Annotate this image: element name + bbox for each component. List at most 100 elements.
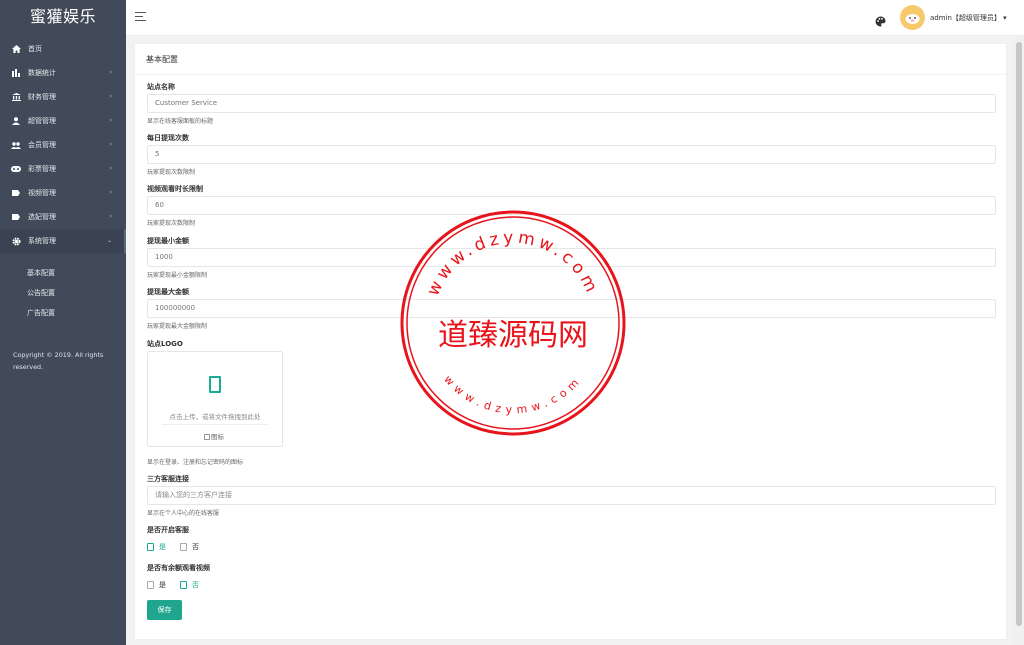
- checkbox-icon: [180, 581, 187, 589]
- sidebar-item-stats[interactable]: 数据统计 ›: [0, 61, 126, 85]
- field-label-daily-withdraw: 每日提现次数: [147, 134, 189, 142]
- sidebar-item-label: 超管管理: [28, 117, 56, 125]
- sidebar-item-admins[interactable]: 超管管理 ›: [0, 109, 126, 133]
- chevron-right-icon: ›: [109, 141, 112, 148]
- tag-icon: [11, 212, 21, 222]
- checkbox-icon: [147, 543, 154, 551]
- copyright: Copyright © 2019. All rights reserved.: [13, 349, 113, 373]
- stamp-bottom-path: www.dzymw.com: [441, 373, 580, 417]
- field-hint: 玩家提现次数限制: [147, 220, 196, 227]
- field-label-extra-video: 是否有余额观看视频: [147, 564, 210, 572]
- chevron-right-icon: ›: [109, 117, 112, 124]
- chevron-right-icon: ›: [109, 213, 112, 220]
- stamp-center-text: 道臻源码网: [438, 318, 588, 353]
- sidebar-item-videos[interactable]: 视频管理 ›: [0, 181, 126, 205]
- field-label-min-withdraw: 提现最小金额: [147, 237, 189, 245]
- sidebar-item-label: 系统管理: [28, 237, 56, 245]
- menu-toggle-button[interactable]: [135, 12, 146, 22]
- caret-down-icon: ▾: [1003, 14, 1007, 22]
- sidebar-item-label: 数据统计: [28, 69, 56, 77]
- top-header: admin【超级管理员】 ▾: [126, 0, 1024, 36]
- sidebar-item-label: 首页: [28, 45, 42, 53]
- broken-image-icon: [204, 434, 210, 440]
- menu-bar: [135, 15, 143, 18]
- chevron-down-icon: ⌄: [106, 237, 112, 244]
- divider: [162, 424, 268, 425]
- bar-chart-icon: [11, 68, 21, 78]
- user-icon: [11, 116, 21, 126]
- sidebar-item-label: 财务管理: [28, 93, 56, 101]
- third-party-link-input[interactable]: 请输入您的三方客户连接: [147, 486, 996, 505]
- submenu-item-basic-config[interactable]: 基本配置: [0, 263, 126, 283]
- video-tag-icon: [11, 188, 21, 198]
- field-hint: 显示在个人中心的在线客服: [147, 510, 220, 517]
- page-title: 基本配置: [146, 55, 178, 64]
- chevron-right-icon: ›: [109, 189, 112, 196]
- chevron-right-icon: ›: [109, 165, 112, 172]
- field-label-max-withdraw: 提现最大金额: [147, 288, 189, 296]
- sidebar-item-system[interactable]: 系统管理 ⌄: [0, 229, 126, 253]
- sidebar: 蜜獾娱乐 首页 数据统计 › 财务管理 › 超管管理 › 会员管理 › 彩票管理: [0, 0, 126, 645]
- users-icon: [11, 140, 21, 150]
- checkbox-icon: [180, 543, 187, 551]
- brand-logo: 蜜獾娱乐: [29, 7, 96, 26]
- field-label-video-limit: 视频观看时长限制: [147, 185, 203, 193]
- daily-withdraw-input[interactable]: 5: [147, 145, 996, 164]
- radio-extra-yes[interactable]: 是: [147, 580, 166, 590]
- divider: [135, 74, 1006, 75]
- copyright-line: Copyright © 2019. All rights: [13, 351, 104, 359]
- upload-icon: [209, 376, 221, 393]
- bank-icon: [11, 92, 21, 102]
- copyright-line: reserved.: [13, 363, 44, 371]
- avatar[interactable]: [900, 5, 925, 30]
- service-toggle-group: 是 否: [147, 542, 213, 552]
- submenu-system: 基本配置 公告配置 广告配置: [0, 263, 126, 323]
- ticket-icon: [11, 164, 21, 174]
- home-icon: [11, 44, 21, 54]
- page-scrollbar[interactable]: [1014, 36, 1024, 645]
- field-label-third-party: 三方客服连接: [147, 475, 189, 483]
- chevron-right-icon: ›: [109, 93, 112, 100]
- field-label-logo: 站点LOGO: [147, 340, 183, 348]
- radio-label: 否: [192, 581, 199, 589]
- radio-label: 是: [159, 581, 166, 589]
- submenu-item-ad-config[interactable]: 广告配置: [0, 303, 126, 323]
- upload-text: 点击上传，或将文件拖拽到此处: [169, 413, 261, 421]
- radio-service-no[interactable]: 否: [180, 542, 199, 552]
- radio-service-yes[interactable]: 是: [147, 542, 166, 552]
- user-name-label: admin【超级管理员】: [930, 14, 1001, 22]
- stamp-bottom-text: www.dzymw.com: [441, 373, 585, 417]
- sidebar-item-finance[interactable]: 财务管理 ›: [0, 85, 126, 109]
- palette-icon[interactable]: [875, 12, 886, 27]
- field-hint: 显示在登录、注册和忘记密码的图标: [147, 459, 244, 466]
- menu-bar: [135, 12, 146, 14]
- radio-label: 否: [192, 543, 199, 551]
- field-hint: 玩家提现次数限制: [147, 169, 196, 176]
- field-hint: 显示在线客服面板的标题: [147, 118, 214, 125]
- scrollbar-thumb[interactable]: [1016, 42, 1022, 626]
- radio-label: 是: [159, 543, 166, 551]
- checkbox-icon: [147, 581, 154, 589]
- field-hint: 玩家提现最小金额限制: [147, 272, 208, 279]
- menu-bar: [135, 19, 146, 22]
- field-hint: 玩家提现最大金额限制: [147, 323, 208, 330]
- logo-upload-dropzone[interactable]: 点击上传，或将文件拖拽到此处 图标: [147, 351, 283, 447]
- gear-icon: [11, 236, 21, 246]
- watermark-stamp: www.dzymw.com 道臻源码网 www.dzymw.com: [400, 210, 626, 436]
- field-label-site-name: 站点名称: [147, 83, 175, 91]
- sidebar-item-home[interactable]: 首页: [0, 37, 126, 61]
- sidebar-item-label: 选妃管理: [28, 213, 56, 221]
- sidebar-item-label: 彩票管理: [28, 165, 56, 173]
- sidebar-item-selection[interactable]: 选妃管理 ›: [0, 205, 126, 229]
- user-menu[interactable]: admin【超级管理员】 ▾: [930, 13, 1007, 23]
- sidebar-item-members[interactable]: 会员管理 ›: [0, 133, 126, 157]
- site-name-input[interactable]: Customer Service: [147, 94, 996, 113]
- logo-image-alt: 图标: [211, 433, 224, 441]
- sidebar-item-lottery[interactable]: 彩票管理 ›: [0, 157, 126, 181]
- submenu-item-notice-config[interactable]: 公告配置: [0, 283, 126, 303]
- field-label-service-toggle: 是否开启客服: [147, 526, 189, 534]
- save-button[interactable]: 保存: [147, 600, 182, 620]
- extra-video-group: 是 否: [147, 580, 213, 590]
- radio-extra-no[interactable]: 否: [180, 580, 199, 590]
- sidebar-item-label: 会员管理: [28, 141, 56, 149]
